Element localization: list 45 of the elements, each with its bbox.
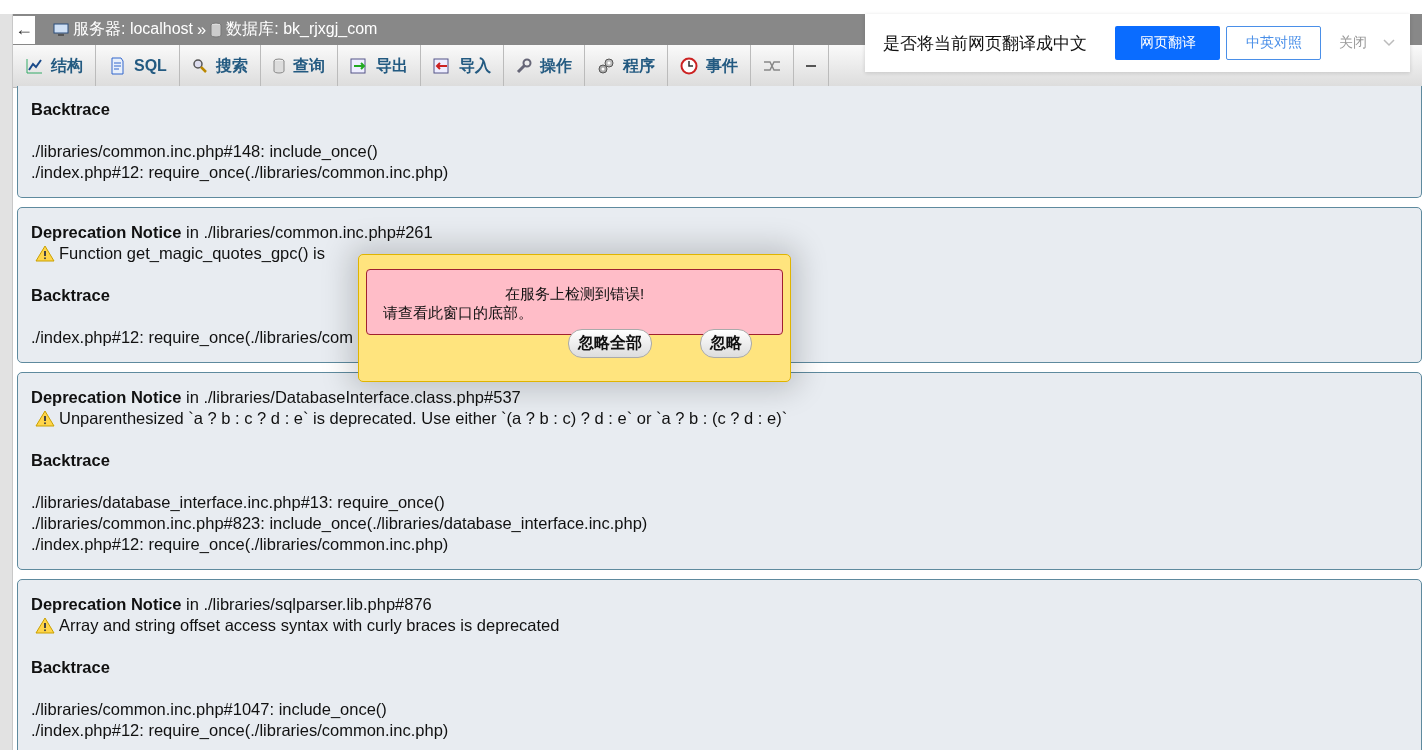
import-icon (432, 58, 451, 74)
chevron-down-icon (1383, 39, 1395, 47)
backtrace-line: ./index.php#12: require_once(./libraries/com (31, 327, 353, 348)
gears-icon (596, 57, 615, 75)
error-text: 请查看此窗口的底部。 (383, 303, 534, 322)
database-icon (272, 58, 285, 74)
warning-icon (35, 617, 55, 634)
chart-icon (25, 58, 43, 74)
error-heading: 在服务上检测到错误! (503, 284, 646, 303)
ignore-button[interactable]: 忽略全部 (568, 329, 652, 358)
backtrace-line: ./libraries/common.inc.php#148: include_once() (31, 141, 378, 162)
backtrace-heading: Backtrace (31, 285, 110, 306)
warning-icon (35, 245, 55, 262)
trigger-icon (762, 59, 781, 73)
server-link[interactable]: 服务器: localhost (73, 19, 194, 40)
backtrace-line: ./index.php#12: require_once(./libraries/common.inc.php) (31, 720, 449, 741)
export-icon (349, 58, 368, 74)
notice-message: Unparenthesized `a ? b : c ? d : e` is deprecated. Use either `(a ? b : c) ? d : e` or `a ? b : (c ? d : e)` (59, 408, 788, 429)
document-icon (108, 57, 126, 75)
database-icon (210, 21, 223, 38)
ignore-button[interactable]: 忽略 (700, 329, 752, 358)
search-icon (191, 58, 208, 74)
backtrace-line: ./libraries/database_interface.inc.php#13: require_once() (31, 492, 445, 513)
notice-heading: Deprecation Notice in ./libraries/DatabaseInterface.class.php#537 (31, 387, 521, 408)
notice-message: Array and string offset access syntax with curly braces is deprecated (59, 615, 560, 636)
backtrace-heading: Backtrace (31, 99, 110, 120)
backtrace-line: ./index.php#12: require_once(./libraries/common.inc.php) (31, 162, 449, 183)
dash-icon (805, 65, 816, 67)
translate-question: 是否将当前网页翻译成中文 (883, 32, 1087, 55)
backtrace-line: ./libraries/common.inc.php#1047: include_once() (31, 699, 387, 720)
backtrace-line: ./index.php#12: require_once(./libraries/common.inc.php) (31, 534, 449, 555)
translate-button[interactable]: 网页翻译 (1115, 26, 1220, 60)
database-link[interactable]: 数据库: bk_rjxgj_com (226, 19, 378, 40)
server-icon (53, 21, 69, 38)
clock-icon (679, 57, 698, 75)
notice-message: Function get_magic_quotes_gpc() is (59, 243, 325, 264)
backtrace-heading: Backtrace (31, 657, 110, 678)
warning-icon (35, 410, 55, 427)
notice-heading: Deprecation Notice in ./libraries/common.inc.php#261 (31, 222, 433, 243)
backtrace-line: ./libraries/common.inc.php#823: include_once(./libraries/database_interface.inc.php) (31, 513, 648, 534)
back-button[interactable]: ← (13, 15, 35, 44)
bilingual-button[interactable]: 中英对照 (1226, 26, 1321, 60)
breadcrumb-separator: » (197, 20, 207, 39)
backtrace-heading: Backtrace (31, 450, 110, 471)
notice-heading: Deprecation Notice in ./libraries/sqlparser.lib.php#876 (31, 594, 432, 615)
